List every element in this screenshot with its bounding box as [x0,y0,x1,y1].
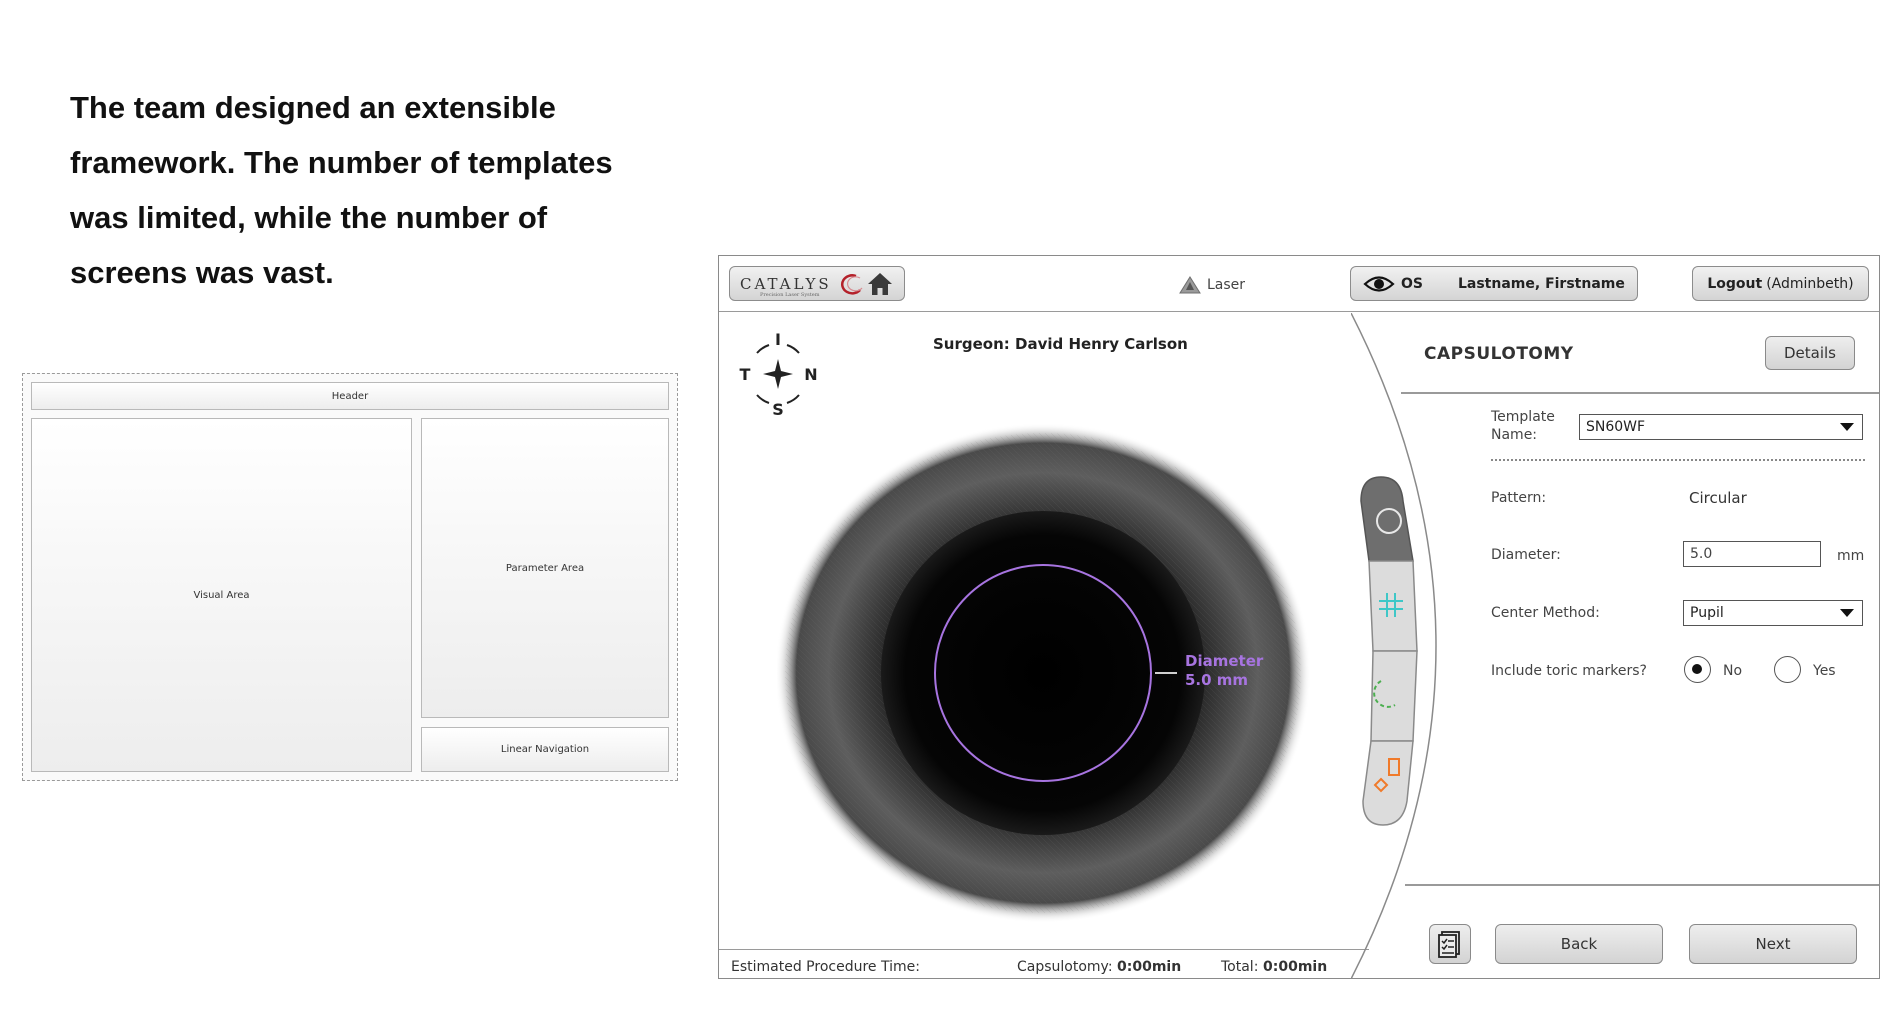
laser-status: Laser [1179,276,1245,294]
total-time-value: 0:00min [1263,959,1328,975]
catalys-app-window: CATALYS Precision Laser System Laser OS … [718,255,1880,979]
wire-visual-area: Visual Area [31,418,412,772]
pattern-value: Circular [1689,489,1747,507]
diameter-input[interactable]: 5.0 [1683,541,1821,567]
checklist-button[interactable] [1429,924,1471,964]
wire-header: Header [31,382,669,410]
patient-info-button[interactable]: OS Lastname, Firstname [1350,266,1638,301]
step-selector [1353,471,1433,831]
eye-icon [1363,275,1395,292]
center-method-label: Center Method: [1491,605,1600,621]
pattern-label: Pattern: [1491,490,1547,506]
diameter-unit: mm [1837,548,1865,564]
capsulotomy-time-label: Capsulotomy: [1017,959,1113,975]
laser-label: Laser [1207,277,1246,293]
diameter-overlay-label: Diameter [1185,652,1264,670]
template-divider [1491,459,1865,461]
template-name-label: Template Name: [1491,409,1555,443]
diameter-overlay-value: 5.0 mm [1185,671,1248,689]
center-method-select[interactable]: Pupil [1683,600,1863,626]
toric-yes-label: Yes [1813,663,1836,679]
layout-wireframe: Header Visual Area Parameter Area Linear… [22,373,678,781]
intro-line: was limited, while the number of [70,200,548,235]
template-name-value: SN60WF [1586,419,1646,435]
catalys-logo: CATALYS Precision Laser System [740,274,832,298]
capsulotomy-time-value: 0:00min [1117,959,1182,975]
total-time-label: Total: [1221,959,1259,975]
wire-linear-navigation: Linear Navigation [421,727,669,772]
back-button[interactable]: Back [1495,924,1663,964]
step-tab-circle[interactable] [1360,476,1414,562]
step-tab-arc[interactable] [1370,650,1418,742]
next-button[interactable]: Next [1689,924,1857,964]
intro-line: screens was vast. [70,255,334,290]
laser-warning-icon [1179,276,1201,294]
toric-no-radio[interactable] [1684,656,1711,683]
logout-user: (Adminbeth) [1766,275,1854,292]
template-name-select[interactable]: SN60WF [1579,414,1863,440]
compass-label-left: T [740,365,751,384]
step-tab-grid[interactable] [1368,560,1418,652]
eye-image: Diameter 5.0 mm [777,423,1311,923]
param-header-divider [1401,392,1879,394]
intro-line: framework. The number of templates [70,145,613,180]
app-header: CATALYS Precision Laser System Laser OS … [719,256,1879,312]
compass-label-right: N [804,365,817,384]
logo-swoosh-icon [840,273,863,295]
chevron-down-icon [1840,423,1854,431]
visual-area: I T N S Surgeon: David Henry Carlson Dia… [719,313,1449,978]
step-tab-shapes[interactable] [1362,740,1414,826]
intro-line: The team designed an extensible [70,90,556,125]
eye-side: OS [1401,275,1423,292]
navigation-divider [1405,884,1879,886]
chevron-down-icon [1840,609,1854,617]
surgeon-name: Surgeon: David Henry Carlson [933,335,1188,353]
toric-no-label: No [1723,663,1743,679]
center-method-value: Pupil [1690,605,1724,621]
toric-yes-radio[interactable] [1774,656,1801,683]
intro-text: The team designed an extensible framewor… [70,80,670,300]
compass-label-top: I [775,330,781,349]
details-button[interactable]: Details [1765,336,1855,370]
toric-markers-label: Include toric markers? [1491,663,1647,679]
checklist-icon [1438,931,1460,958]
patient-name: Lastname, Firstname [1457,275,1625,292]
step-title: CAPSULOTOMY [1424,344,1574,364]
logout-button[interactable]: Logout (Adminbeth) [1692,266,1869,301]
home-icon [867,272,892,295]
estimated-time-label: Estimated Procedure Time: [731,959,920,975]
home-button[interactable]: CATALYS Precision Laser System [729,266,905,301]
procedure-time-bar: Estimated Procedure Time: Capsulotomy: 0… [719,949,1369,978]
wire-parameter-area: Parameter Area [421,418,669,718]
logout-label: Logout [1707,275,1763,292]
diameter-label: Diameter: [1491,547,1561,563]
